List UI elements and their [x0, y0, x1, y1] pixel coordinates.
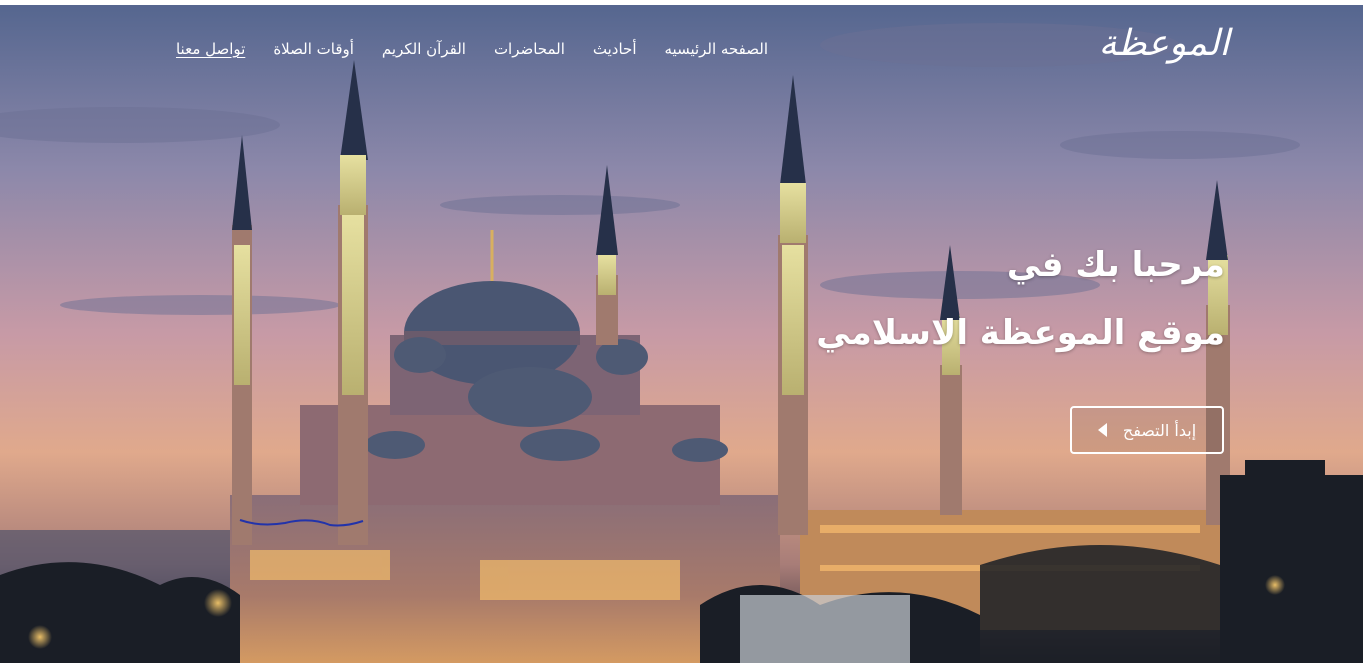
nav-item-hadith[interactable]: أحاديث: [593, 40, 637, 58]
start-browsing-label: إبدأ التصفح: [1122, 420, 1197, 440]
start-browsing-button[interactable]: إبدأ التصفح: [1070, 406, 1224, 454]
hero-section: الموعظة الصفحه الرئيسيه أحاديث المحاضرات…: [0, 5, 1363, 663]
nav-item-contact[interactable]: تواصل معنا: [176, 40, 245, 58]
logo-text: الموعظة: [1098, 23, 1230, 64]
nav-item-quran[interactable]: القرآن الكريم: [382, 40, 466, 58]
site-logo[interactable]: الموعظة: [1098, 15, 1230, 75]
caret-left-icon: [1097, 423, 1107, 437]
hero-headline-line2: موقع الموعظة الاسلامي: [816, 313, 1225, 353]
hero-headline-line1: مرحبا بك في: [1006, 245, 1225, 285]
nav-item-lectures[interactable]: المحاضرات: [494, 40, 565, 58]
nav-item-prayer-times[interactable]: أوقات الصلاة: [273, 40, 354, 58]
hero-headline: مرحبا بك في موقع الموعظة الاسلامي: [725, 241, 1225, 357]
nav-item-home[interactable]: الصفحه الرئيسيه: [665, 40, 769, 58]
main-nav: الصفحه الرئيسيه أحاديث المحاضرات القرآن …: [148, 37, 768, 61]
